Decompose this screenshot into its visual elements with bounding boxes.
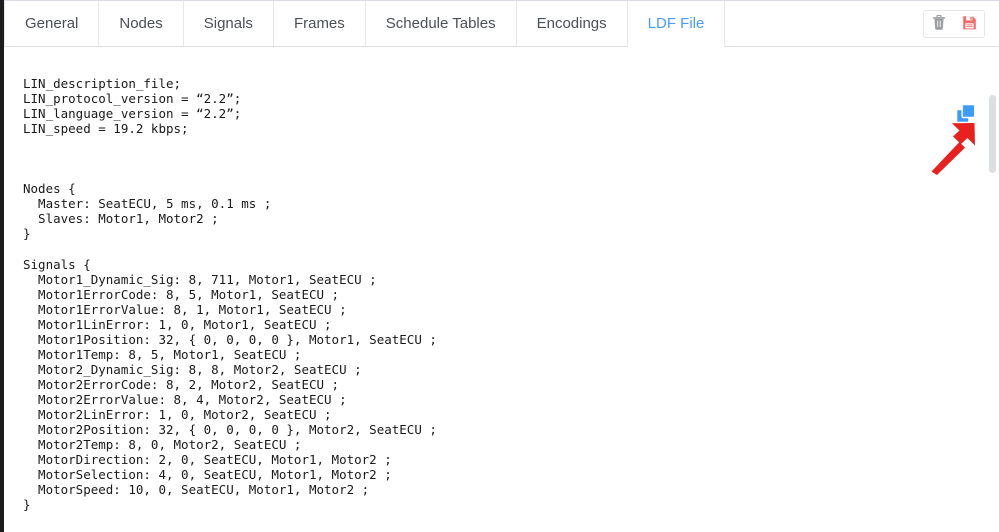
tab-ldf-file[interactable]: LDF File — [627, 1, 726, 47]
tab-signals[interactable]: Signals — [183, 1, 274, 46]
ldf-editor-app: General Nodes Signals Frames Schedule Ta… — [4, 0, 999, 532]
tab-label: Encodings — [536, 15, 607, 32]
toolbar-button-group — [923, 9, 985, 38]
copy-button[interactable] — [954, 102, 978, 126]
trash-icon — [932, 14, 946, 33]
tab-label: Frames — [293, 15, 345, 32]
tab-frames[interactable]: Frames — [273, 1, 366, 46]
floppy-save-icon — [962, 15, 977, 33]
tab-label: General — [25, 15, 79, 32]
copy-icon — [954, 103, 978, 130]
scrollbar-thumb[interactable] — [989, 95, 996, 173]
window-left-edge — [0, 0, 4, 532]
tab-bar: General Nodes Signals Frames Schedule Ta… — [4, 0, 999, 47]
delete-button[interactable] — [924, 11, 954, 37]
content-scrollbar[interactable] — [987, 95, 998, 532]
tab-label: Schedule Tables — [385, 15, 496, 32]
tab-general[interactable]: General — [4, 1, 100, 46]
tab-bar-actions — [725, 1, 999, 46]
tab-label: LDF File — [647, 15, 705, 32]
tab-label: Nodes — [119, 15, 163, 32]
tab-schedule-tables[interactable]: Schedule Tables — [365, 1, 517, 46]
ldf-file-text[interactable]: LIN_description_file; LIN_protocol_versi… — [23, 76, 437, 512]
tab-nodes[interactable]: Nodes — [99, 1, 184, 46]
ldf-file-content-panel: LIN_description_file; LIN_protocol_versi… — [4, 47, 999, 532]
tab-encodings[interactable]: Encodings — [516, 1, 628, 46]
save-button[interactable] — [954, 11, 984, 37]
tab-label: Signals — [203, 15, 253, 32]
